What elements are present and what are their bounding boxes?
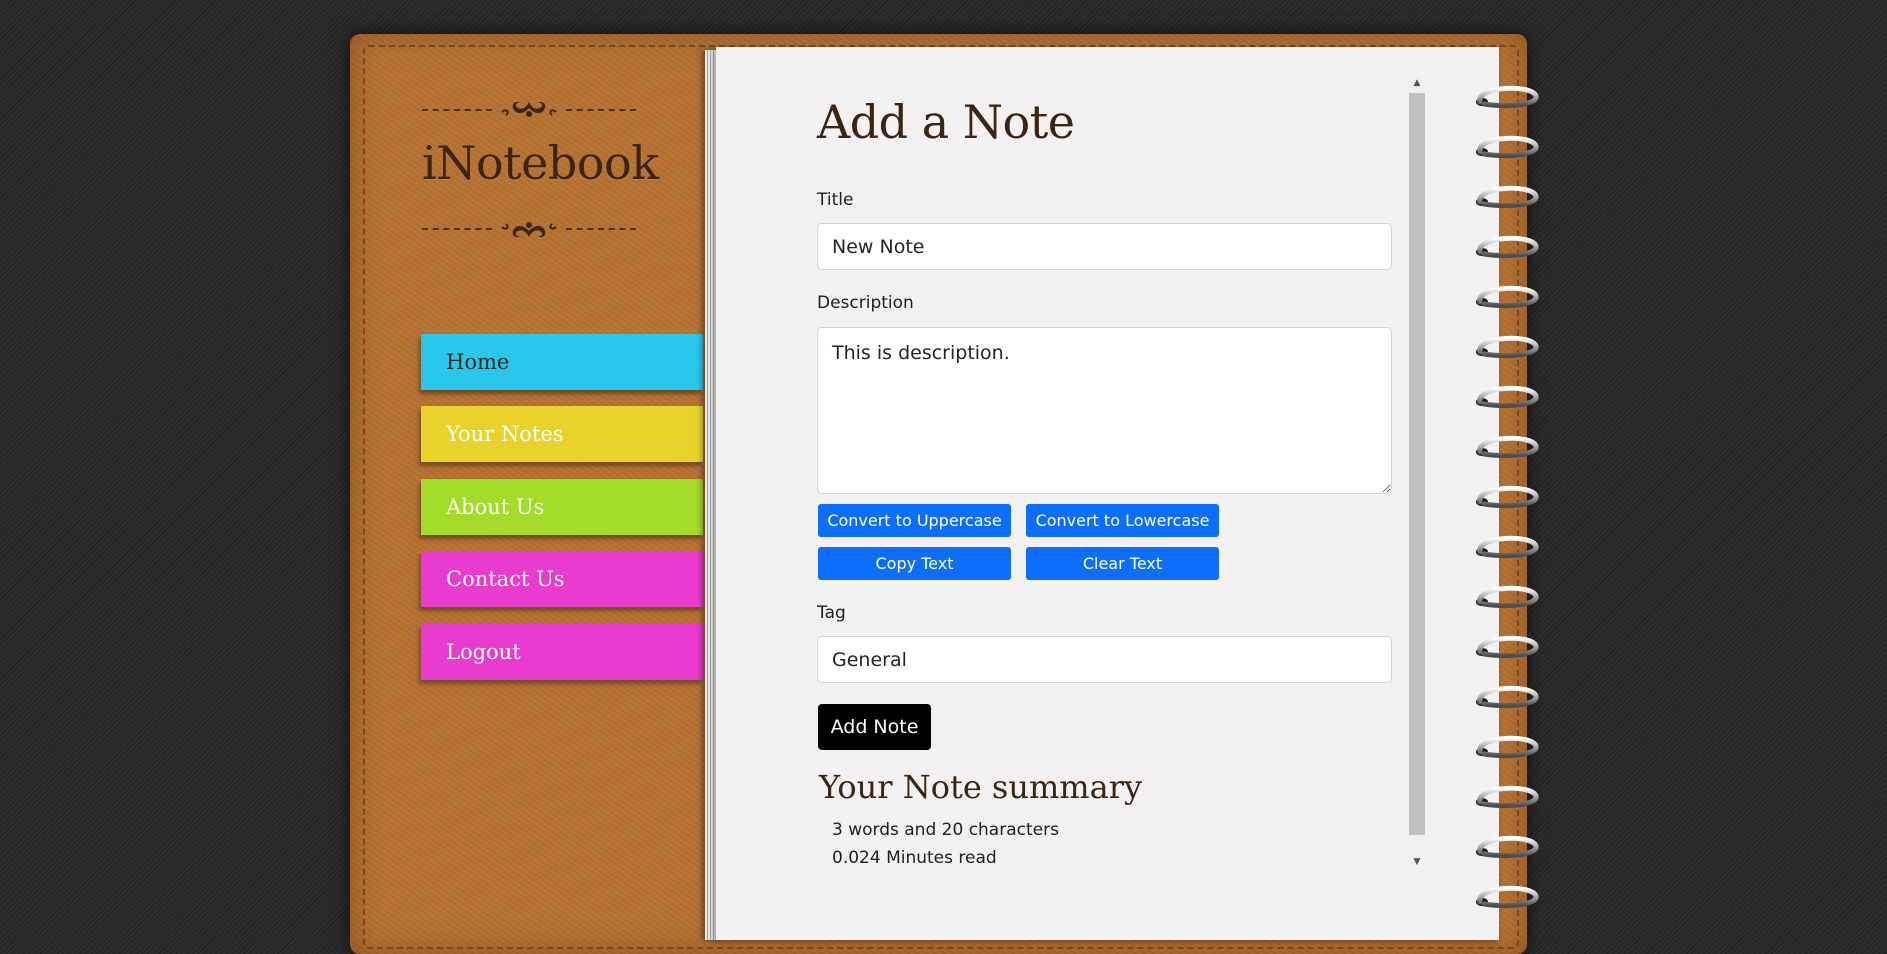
add-note-button[interactable]: Add Note	[818, 704, 931, 750]
spiral-ring	[1477, 235, 1539, 259]
spiral-binding	[1476, 85, 1539, 909]
description-label: Description	[817, 293, 914, 313]
nav-tab-logout[interactable]: Logout	[421, 624, 703, 680]
spiral-ring	[1477, 535, 1539, 559]
tag-label: Tag	[817, 603, 846, 623]
spiral-ring	[1477, 835, 1539, 859]
nav-tab-about-us[interactable]: About Us	[421, 479, 703, 535]
scroll-up-arrow-icon[interactable]: ▲	[1410, 78, 1424, 88]
flourish-icon	[501, 222, 557, 238]
spiral-ring	[1477, 635, 1539, 659]
spiral-ring	[1477, 735, 1539, 759]
scrollbar-thumb[interactable]	[1409, 93, 1425, 835]
spiral-ring	[1477, 285, 1539, 309]
clear-text-button[interactable]: Clear Text	[1026, 547, 1219, 580]
convert-uppercase-button[interactable]: Convert to Uppercase	[818, 504, 1011, 537]
spiral-ring	[1477, 385, 1539, 409]
spiral-ring	[1477, 585, 1539, 609]
copy-text-button[interactable]: Copy Text	[818, 547, 1011, 580]
spiral-ring	[1477, 485, 1539, 509]
read-time-text: 0.024 Minutes read	[832, 848, 997, 868]
spiral-ring	[1477, 435, 1539, 459]
spiral-ring	[1477, 335, 1539, 359]
summary-heading: Your Note summary	[819, 768, 1143, 806]
word-count-text: 3 words and 20 characters	[832, 820, 1059, 840]
spiral-ring	[1477, 685, 1539, 709]
scroll-down-arrow-icon[interactable]: ▼	[1410, 857, 1424, 867]
top-flourish-ornament	[422, 95, 636, 125]
title-label: Title	[817, 190, 854, 210]
description-textarea[interactable]: This is description.	[817, 327, 1392, 494]
spiral-ring	[1477, 885, 1539, 909]
flourish-icon	[501, 101, 557, 117]
nav-tab-home[interactable]: Home	[421, 334, 703, 390]
page-title: Add a Note	[817, 95, 1075, 149]
nav-tab-contact-us[interactable]: Contact Us	[421, 551, 703, 607]
app-title: iNotebook	[422, 136, 659, 190]
spiral-ring	[1477, 185, 1539, 209]
nav-tab-your-notes[interactable]: Your Notes	[421, 406, 703, 462]
title-input[interactable]	[817, 223, 1392, 270]
bottom-flourish-ornament	[422, 214, 636, 244]
spiral-ring	[1477, 135, 1539, 159]
convert-lowercase-button[interactable]: Convert to Lowercase	[1026, 504, 1219, 537]
spiral-ring	[1477, 85, 1539, 109]
tag-input[interactable]	[817, 636, 1392, 683]
spiral-ring	[1477, 785, 1539, 809]
